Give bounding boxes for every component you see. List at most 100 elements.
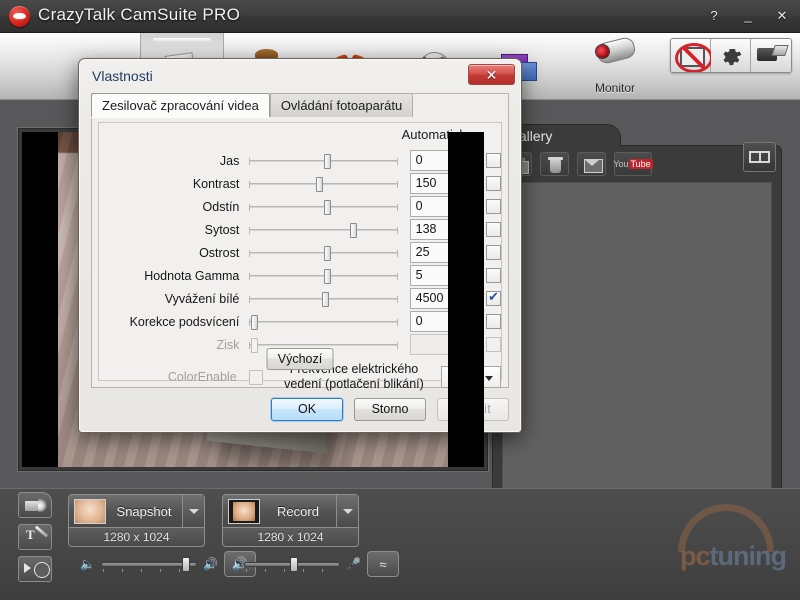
slider-thumb[interactable] <box>316 176 324 192</box>
close-button[interactable]: ✕ <box>774 8 790 24</box>
microphone-icon: 🎤 <box>346 557 361 571</box>
slider-thumb[interactable] <box>322 291 330 307</box>
row-label: Odstín <box>202 199 240 214</box>
row-label: Ostrost <box>199 245 240 260</box>
row-label: Hodnota Gamma <box>144 268 240 283</box>
window-controls: ? _ ✕ <box>706 8 790 24</box>
row-label: Vyvážení bílé <box>164 291 240 306</box>
snapshot-button[interactable]: Snapshot <box>68 494 205 528</box>
jas-slider[interactable] <box>249 152 398 170</box>
setting-row-sytost: Sytost 138 <box>99 218 501 241</box>
gamma-slider[interactable] <box>249 267 398 285</box>
slider-thumb[interactable] <box>323 153 331 169</box>
trash-icon[interactable] <box>540 152 569 176</box>
row-label: Jas <box>219 153 240 168</box>
ostrost-slider[interactable] <box>249 244 398 262</box>
volume-control-group: 🔈 🔊 🔊 <box>80 551 256 577</box>
tab-video-amplifier[interactable]: Zesilovač zpracování videa <box>91 93 270 117</box>
youtube-icon[interactable]: You Tube <box>613 152 653 176</box>
tab-monitor[interactable]: Monitor <box>560 33 670 99</box>
jas-auto-checkbox[interactable] <box>486 153 501 168</box>
mail-icon[interactable] <box>577 152 606 176</box>
speaker-low-icon: 🔈 <box>80 557 95 571</box>
frequency-label-line2: vedení (potlačení blikání) <box>284 377 424 391</box>
row-label: Zisk <box>216 337 240 352</box>
sytost-slider[interactable] <box>249 221 398 239</box>
slider-thumb[interactable] <box>323 245 331 261</box>
kontrast-auto-checkbox[interactable] <box>486 176 501 191</box>
snapshot-resolution[interactable]: 1280 x 1024 <box>68 528 205 547</box>
snapshot-dropdown[interactable] <box>182 495 204 527</box>
kontrast-slider[interactable] <box>249 175 398 193</box>
record-button[interactable]: Record <box>222 494 359 528</box>
watermark-tuning: tuning <box>709 541 787 571</box>
tab-monitor-label: Monitor <box>594 81 635 95</box>
slider-thumb[interactable] <box>350 222 358 238</box>
slider-thumb[interactable] <box>323 268 331 284</box>
gallery-panel: Gallery You Tube <box>492 124 782 530</box>
gallery-content-area[interactable] <box>502 182 772 519</box>
row-label: Korekce podsvícení <box>129 314 240 329</box>
chevron-down-icon <box>342 508 353 514</box>
record-dropdown[interactable] <box>336 495 358 527</box>
slider-thumb[interactable] <box>323 199 331 215</box>
volume-slider[interactable] <box>100 557 197 572</box>
microphone-control-group: ♪ 🎤 ≈ <box>232 551 399 577</box>
color-enable-checkbox <box>248 369 264 385</box>
tab-camera-control[interactable]: Ovládání fotoaparátu <box>269 93 414 117</box>
preview-letterbox-right <box>448 132 484 467</box>
left-tool-column <box>18 492 52 588</box>
minimize-button[interactable]: _ <box>740 8 756 24</box>
backlight-slider[interactable] <box>249 313 398 331</box>
dialog-close-button[interactable]: ✕ <box>468 64 515 85</box>
preview-letterbox-left <box>22 132 58 467</box>
volume-slider-thumb[interactable] <box>181 557 190 572</box>
camera-effect-icon[interactable] <box>18 492 52 518</box>
watermark-pc: pc <box>680 541 710 571</box>
record-label: Record <box>277 503 319 519</box>
microphone-slider[interactable] <box>244 557 340 572</box>
bottom-toolbar: Snapshot 1280 x 1024 Record 1280 x 1024 … <box>0 488 800 600</box>
record-group: Record 1280 x 1024 <box>222 494 359 547</box>
video-settings-panel: Automaticky Jas 0 Kontrast 150 Odstín 0 … <box>98 122 502 391</box>
snapshot-label: Snapshot <box>116 503 172 519</box>
app-title-bar: CrazyTalk CamSuite PRO ? _ ✕ <box>0 0 800 33</box>
sticker-face-icon[interactable] <box>18 556 52 582</box>
odstin-slider[interactable] <box>249 198 398 216</box>
cancel-button[interactable]: Storno <box>354 398 426 421</box>
app-title: CrazyTalk CamSuite PRO <box>38 5 241 24</box>
backlight-auto-checkbox[interactable] <box>486 314 501 329</box>
odstin-auto-checkbox[interactable] <box>486 199 501 214</box>
text-pen-icon[interactable] <box>18 524 52 550</box>
help-button[interactable]: ? <box>706 8 722 24</box>
camera-config-icon[interactable] <box>751 39 791 72</box>
lips-logo-icon <box>9 6 30 27</box>
setting-row-white-balance: Vyvážení bílé 4500 <box>99 287 501 310</box>
white-balance-slider[interactable] <box>249 290 398 308</box>
microphone-slider-thumb[interactable] <box>290 557 299 572</box>
slider-thumb[interactable] <box>250 314 258 330</box>
grid-view-icon[interactable] <box>743 142 776 172</box>
record-resolution[interactable]: 1280 x 1024 <box>222 528 359 547</box>
video-thumb-icon <box>228 498 260 524</box>
voice-effect-icon[interactable]: ≈ <box>366 551 399 577</box>
sytost-auto-checkbox[interactable] <box>486 222 501 237</box>
application-window: CrazyTalk CamSuite PRO ? _ ✕ Monitor Gal… <box>0 0 800 600</box>
setting-row-backlight: Korekce podsvícení 0 <box>99 310 501 333</box>
no-video-icon[interactable] <box>671 39 713 72</box>
top-right-toolbar <box>670 38 792 73</box>
ok-button[interactable]: OK <box>271 398 343 421</box>
gear-icon[interactable] <box>711 39 751 72</box>
youtube-you-label: You <box>613 159 629 169</box>
gamma-auto-checkbox[interactable] <box>486 268 501 283</box>
setting-row-ostrost: Ostrost 25 <box>99 241 501 264</box>
setting-row-gamma: Hodnota Gamma 5 <box>99 264 501 287</box>
webcam-monitor-icon <box>583 37 647 79</box>
zisk-auto-checkbox <box>486 337 501 352</box>
youtube-tube-label: Tube <box>628 159 653 169</box>
watermark: pctuning <box>680 541 787 572</box>
dialog-title: Vlastnosti <box>92 68 153 84</box>
white-balance-auto-checkbox[interactable] <box>486 289 501 306</box>
default-button[interactable]: Výchozí <box>266 348 334 370</box>
ostrost-auto-checkbox[interactable] <box>486 245 501 260</box>
